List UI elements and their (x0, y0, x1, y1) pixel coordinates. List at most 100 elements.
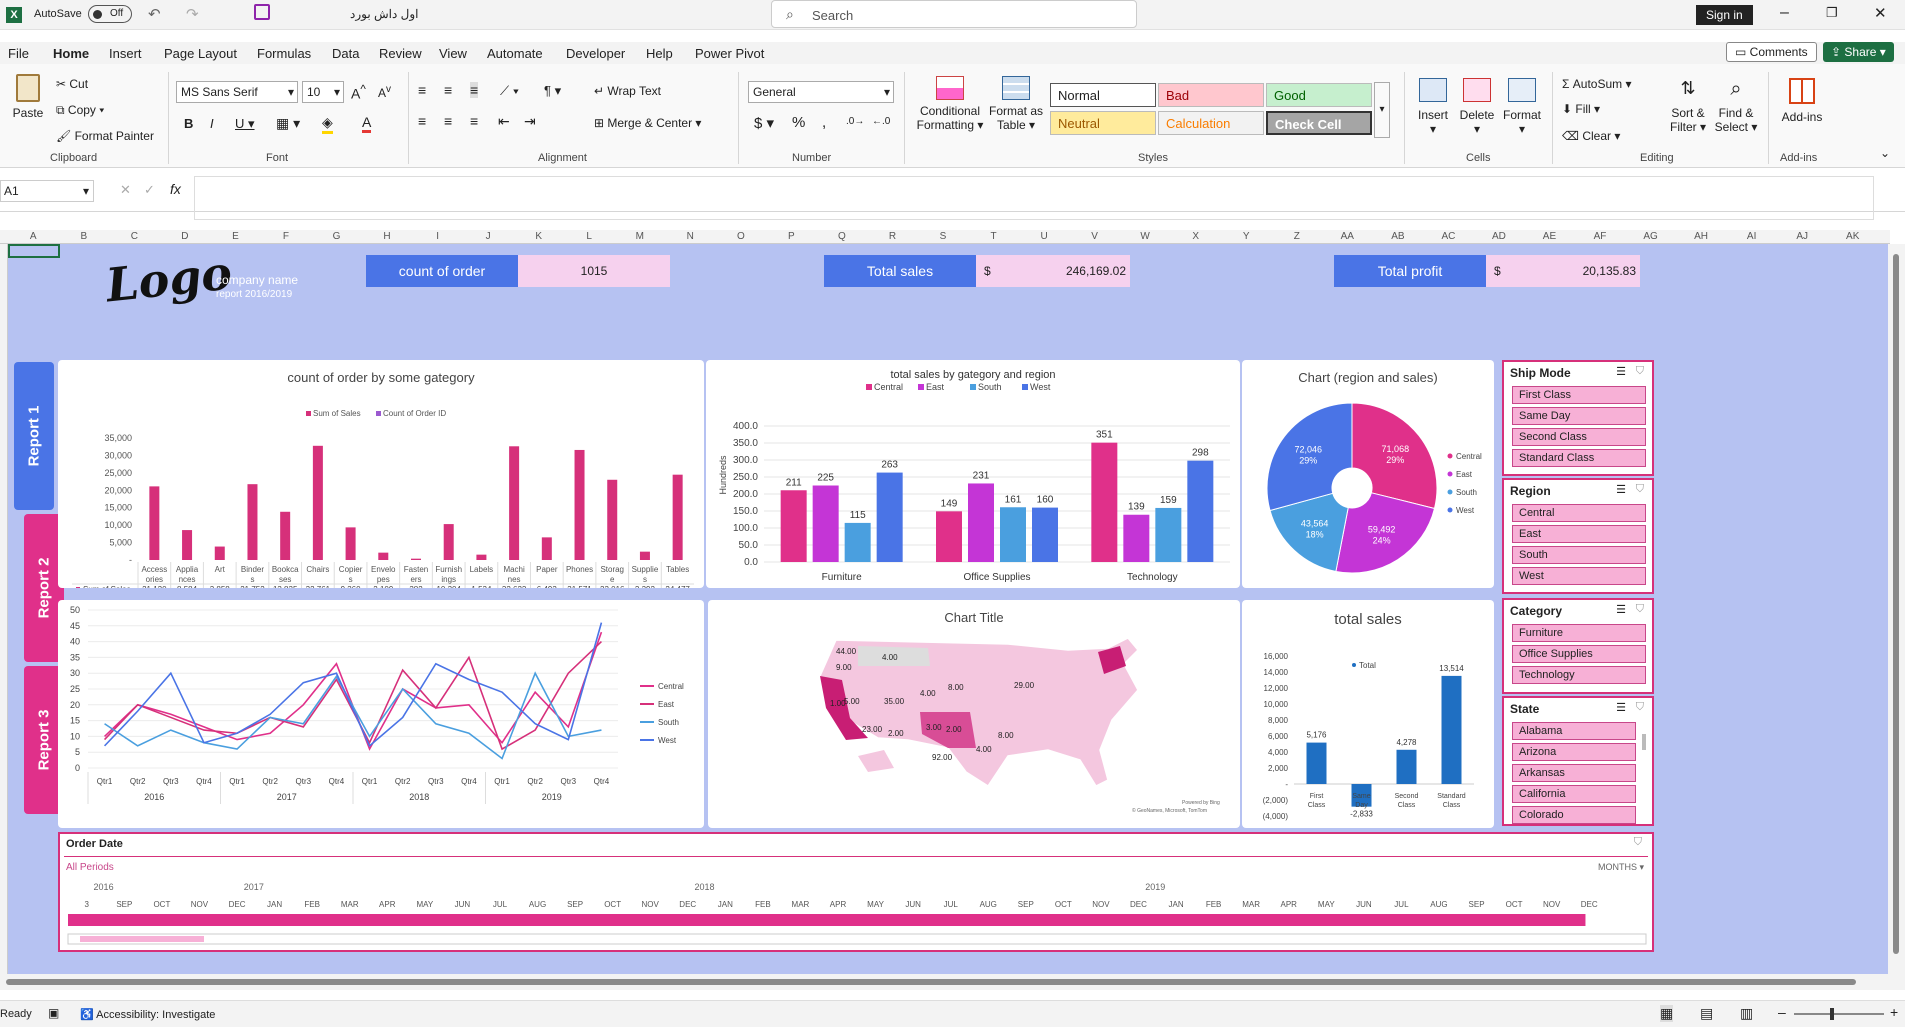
sort-filter-button[interactable]: ⇅ Sort & Filter ▾ (1666, 78, 1710, 134)
underline-button[interactable]: U ▾ (235, 116, 255, 132)
menu-insert[interactable]: Insert (109, 46, 142, 61)
currency-icon[interactable]: $ ▾ (754, 114, 774, 132)
column-header[interactable]: B (59, 231, 110, 242)
formula-input[interactable] (194, 176, 1874, 220)
column-header[interactable]: M (614, 231, 665, 242)
clear-filter-icon[interactable]: ⛉ (1636, 701, 1644, 714)
multi-select-icon[interactable]: ☰ (1616, 603, 1626, 616)
format-cells-button[interactable]: Format ▾ (1500, 78, 1544, 136)
column-header[interactable]: F (261, 231, 312, 242)
autosum-button[interactable]: Σ AutoSum ▾ (1562, 77, 1631, 91)
column-header[interactable]: I (412, 231, 463, 242)
style-good[interactable]: Good (1266, 83, 1372, 107)
column-header[interactable]: A (8, 231, 59, 242)
share-button[interactable]: ⇪ Share ▾ (1823, 42, 1894, 62)
column-header[interactable]: L (564, 231, 615, 242)
name-box[interactable]: A1 ▾ (0, 180, 94, 202)
column-header[interactable]: C (109, 231, 160, 242)
style-bad[interactable]: Bad (1158, 83, 1264, 107)
align-top-icon[interactable]: ≡ (418, 82, 426, 98)
menu-page-layout[interactable]: Page Layout (164, 46, 237, 61)
column-header[interactable]: E (210, 231, 261, 242)
clear-filter-icon[interactable]: ⛉ (1636, 365, 1644, 378)
column-header[interactable]: R (867, 231, 918, 242)
column-header[interactable]: AJ (1777, 231, 1828, 242)
slicer-item[interactable]: Second Class (1512, 428, 1646, 446)
slicer-item[interactable]: Office Supplies (1512, 645, 1646, 663)
comments-button[interactable]: ▭ Comments (1726, 42, 1817, 62)
restore-icon[interactable]: ❐ (1826, 5, 1838, 21)
file-name[interactable]: اول داش بورد (350, 7, 419, 21)
orientation-icon[interactable]: ⟋ ▾ (500, 83, 519, 99)
slicer-item[interactable]: East (1512, 525, 1646, 543)
multi-select-icon[interactable]: ☰ (1616, 701, 1626, 714)
horizontal-scrollbar[interactable] (0, 974, 1905, 990)
column-header[interactable]: V (1069, 231, 1120, 242)
column-header[interactable]: Z (1272, 231, 1323, 242)
cut-button[interactable]: ✂ Cut (56, 77, 88, 91)
format-painter-button[interactable]: 🖌 Format Painter (56, 129, 154, 143)
slicer-item[interactable]: Arizona (1512, 743, 1636, 761)
vertical-scrollbar[interactable] (1888, 244, 1905, 974)
search-box[interactable]: ⌕ Search (771, 0, 1137, 28)
wrap-text-button[interactable]: ↵ Wrap Text (594, 84, 661, 98)
merge-center-button[interactable]: ⊞ Merge & Center ▾ (594, 116, 701, 130)
decrease-indent-icon[interactable]: ⇤ (498, 113, 510, 130)
conditional-formatting-button[interactable]: Conditional Formatting ▾ (912, 76, 988, 132)
column-header[interactable]: O (716, 231, 767, 242)
report-1-tab[interactable]: Report 1 (14, 362, 54, 510)
macro-icon[interactable]: ▣ (48, 1006, 59, 1020)
slicer-item[interactable]: Standard Class (1512, 449, 1646, 467)
multi-select-icon[interactable]: ☰ (1616, 483, 1626, 496)
style-check-cell[interactable]: Check Cell (1266, 111, 1372, 135)
decrease-decimal-icon[interactable]: ←.0 (872, 116, 890, 127)
undo-icon[interactable]: ↶ (148, 5, 161, 23)
percent-icon[interactable]: % (792, 114, 805, 131)
zoom-out-icon[interactable]: – (1778, 1004, 1786, 1020)
redo-icon[interactable]: ↷ (186, 5, 199, 23)
align-right-icon[interactable]: ≡ (470, 113, 478, 129)
column-header[interactable]: AH (1676, 231, 1727, 242)
column-header[interactable]: AA (1322, 231, 1373, 242)
slicer-item[interactable]: Technology (1512, 666, 1646, 684)
slicer-scrollbar[interactable] (1642, 734, 1646, 750)
selected-cell-a1[interactable] (8, 244, 60, 258)
addins-button[interactable]: Add-ins (1776, 78, 1828, 124)
menu-developer[interactable]: Developer (566, 46, 625, 61)
menu-automate[interactable]: Automate (487, 46, 543, 61)
delete-cells-button[interactable]: Delete ▾ (1456, 78, 1498, 136)
column-header[interactable]: D (160, 231, 211, 242)
zoom-in-icon[interactable]: + (1890, 1004, 1898, 1020)
signin-button[interactable]: Sign in (1696, 5, 1753, 25)
column-header[interactable]: Q (817, 231, 868, 242)
menu-view[interactable]: View (439, 46, 467, 61)
column-header[interactable]: AD (1474, 231, 1525, 242)
column-header[interactable]: U (1019, 231, 1070, 242)
slicer-item[interactable]: California (1512, 785, 1636, 803)
number-format-select[interactable]: General ▾ (748, 81, 894, 103)
column-header[interactable]: AF (1575, 231, 1626, 242)
grow-font-icon[interactable]: A^ (351, 83, 366, 102)
column-header[interactable]: T (968, 231, 1019, 242)
column-header[interactable]: AK (1827, 231, 1878, 242)
collapse-ribbon-icon[interactable]: ⌄ (1880, 146, 1890, 160)
slicer-item[interactable]: Colorado (1512, 806, 1636, 824)
bold-button[interactable]: B (184, 116, 193, 131)
slicer-item[interactable]: Alabama (1512, 722, 1636, 740)
align-bottom-icon[interactable]: ≡ (470, 82, 479, 98)
increase-decimal-icon[interactable]: .0→ (846, 116, 864, 127)
column-header[interactable]: H (362, 231, 413, 242)
style-neutral[interactable]: Neutral (1050, 111, 1156, 135)
fill-button[interactable]: ⬇ Fill ▾ (1562, 102, 1600, 116)
slicer-item[interactable]: South (1512, 546, 1646, 564)
column-header[interactable]: X (1170, 231, 1221, 242)
comma-icon[interactable]: , (822, 114, 826, 131)
clear-filter-icon[interactable]: ⛉ (1634, 836, 1642, 849)
column-header[interactable]: P (766, 231, 817, 242)
slicer-item[interactable]: First Class (1512, 386, 1646, 404)
align-middle-icon[interactable]: ≡ (444, 82, 452, 98)
menu-data[interactable]: Data (332, 46, 359, 61)
font-name-select[interactable]: MS Sans Serif ▾ (176, 81, 298, 103)
slicer-item[interactable]: West (1512, 567, 1646, 585)
slicer-item[interactable]: Furniture (1512, 624, 1646, 642)
